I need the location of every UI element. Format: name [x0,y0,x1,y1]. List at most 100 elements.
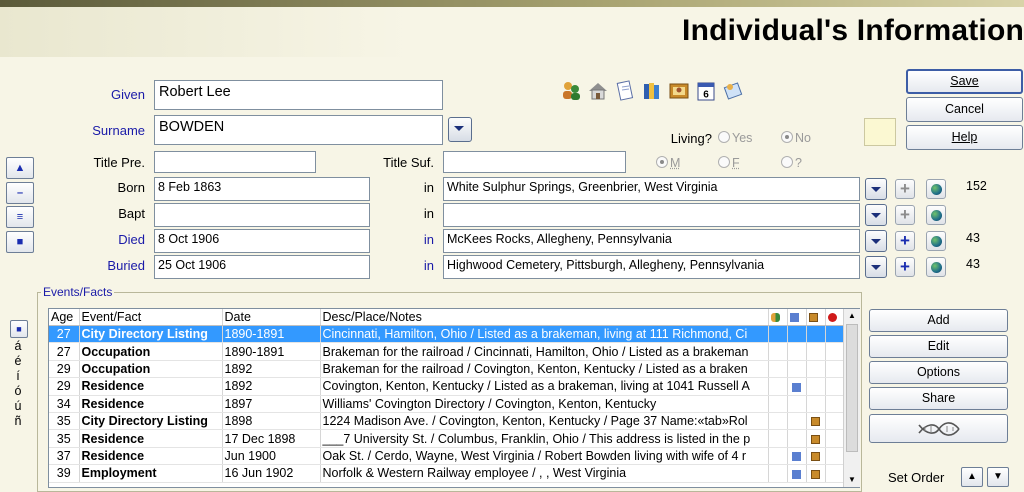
col-header-desc[interactable]: Desc/Place/Notes [320,309,769,326]
col-header-date[interactable]: Date [222,309,321,326]
set-order-down-button[interactable]: ▼ [987,467,1009,487]
people-cell [768,429,788,448]
sex-male-radio[interactable]: M [656,156,680,170]
color-swatch[interactable] [864,118,896,146]
accent-char[interactable]: ú [12,399,24,413]
table-row[interactable]: 37 Residence Jun 1900 Oak St. / Cerdo, W… [49,447,845,466]
sex-unknown-radio[interactable]: ? [781,156,802,170]
scroll-down-arrow[interactable]: ▼ [844,473,860,487]
died-place-dropdown-button[interactable] [865,230,887,252]
living-yes-radio[interactable]: Yes [718,131,752,145]
table-row[interactable]: 29 Occupation 1892 Brakeman for the rail… [49,360,845,379]
surname-dropdown-button[interactable] [448,117,472,142]
table-row[interactable]: 27 Occupation 1890-1891 Brakeman for the… [49,342,845,361]
events-scrollbar[interactable]: ▲ ▼ [843,309,860,487]
col-header-age[interactable]: Age [49,309,80,326]
accent-char[interactable]: ó [12,384,24,398]
born-place-dropdown-button[interactable] [865,178,887,200]
source-cell [787,429,807,448]
family-icon[interactable] [560,80,582,102]
table-row[interactable]: 35 City Directory Listing 1898 1224 Madi… [49,412,845,431]
accent-char[interactable]: á [12,339,24,353]
accent-char[interactable]: ñ [12,414,24,428]
title-suf-label: Title Suf. [383,155,434,170]
notes-icon[interactable] [614,80,636,102]
title-suf-field[interactable] [443,151,626,173]
save-button[interactable]: Save [906,69,1023,94]
page-title: Individual's Information [682,14,1024,47]
buried-place-field[interactable]: Highwood Cemetery, Pittsburgh, Allegheny… [443,255,860,279]
dna-button[interactable] [869,414,1008,443]
event-cell: Occupation [79,342,223,361]
living-no-radio[interactable]: No [781,131,811,145]
calendar-icon[interactable]: 6 [695,80,717,102]
house-icon[interactable] [587,80,609,102]
died-globe-icon[interactable] [926,231,946,251]
accent-char[interactable]: é [12,354,24,368]
sex-female-radio[interactable]: F [718,156,740,170]
table-row[interactable]: 29 Residence 1892 Covington, Kenton, Ken… [49,377,845,396]
edit-event-button[interactable]: Edit [869,335,1008,358]
age-cell: 27 [49,342,80,361]
born-globe-icon[interactable] [926,179,946,199]
alert-cell [825,464,845,483]
cancel-button-label: Cancel [945,102,984,116]
events-table[interactable]: Age Event/Fact Date Desc/Place/Notes 27 … [48,308,860,488]
address-book-icon[interactable] [722,80,744,102]
died-date-field[interactable]: 8 Oct 1906 [154,229,370,253]
bapt-add-button[interactable]: + [895,205,915,225]
picture-icon[interactable] [668,80,690,102]
bapt-date-field[interactable] [154,203,370,227]
bapt-place-dropdown-button[interactable] [865,204,887,226]
stop-button[interactable]: ■ [6,231,34,253]
scroll-up-arrow[interactable]: ▲ [844,309,860,323]
col-header-source-icon[interactable] [787,309,807,326]
scroll-thumb[interactable] [846,324,858,452]
people-cell [768,342,788,361]
born-add-button[interactable]: + [895,179,915,199]
accent-toggle-button[interactable]: ■ [10,320,28,338]
options-button[interactable]: Options [869,361,1008,384]
move-up-button[interactable]: ▲ [6,157,34,179]
books-icon[interactable] [641,80,663,102]
buried-place-dropdown-button[interactable] [865,256,887,278]
given-name-field[interactable]: Robert Lee [154,80,443,110]
surname-field[interactable]: BOWDEN [154,115,443,145]
list-button[interactable]: ≡ [6,206,34,228]
alert-cell [825,325,845,344]
table-row[interactable]: 27 City Directory Listing 1890-1891 Cinc… [49,325,845,344]
col-header-alert-icon[interactable] [825,309,845,326]
died-add-button[interactable]: + [895,231,915,251]
desc-cell: Brakeman for the railroad / Cincinnati, … [320,342,769,361]
bapt-globe-icon[interactable] [926,205,946,225]
table-row[interactable]: 39 Employment 16 Jun 1902 Norfolk & West… [49,464,845,483]
col-header-media-icon[interactable] [806,309,826,326]
media-icon [811,469,820,479]
table-row[interactable]: 34 Residence 1897 Williams' Covington Di… [49,395,845,413]
bapt-place-field[interactable] [443,203,860,227]
cancel-button[interactable]: Cancel [906,97,1023,122]
source-cell [787,342,807,361]
buried-globe-icon[interactable] [926,257,946,277]
buried-date-field[interactable]: 25 Oct 1906 [154,255,370,279]
title-pre-field[interactable] [154,151,316,173]
source-cell [787,447,807,466]
minus-button[interactable]: – [6,182,34,204]
table-row[interactable]: 35 Residence 17 Dec 1898 ___7 University… [49,429,845,448]
media-cell [806,412,826,431]
died-in-label: in [423,232,434,247]
buried-add-button[interactable]: + [895,257,915,277]
born-count: 152 [966,179,987,193]
accent-char[interactable]: í [12,369,24,383]
share-button[interactable]: Share [869,387,1008,410]
col-header-event[interactable]: Event/Fact [79,309,223,326]
help-button[interactable]: Help [906,125,1023,150]
media-cell [806,360,826,379]
died-place-field[interactable]: McKees Rocks, Allegheny, Pennsylvania [443,229,860,253]
born-date-field[interactable]: 8 Feb 1863 [154,177,370,201]
col-header-people-icon[interactable] [768,309,788,326]
event-cell: Residence [79,429,223,448]
born-place-field[interactable]: White Sulphur Springs, Greenbrier, West … [443,177,860,201]
add-event-button[interactable]: Add [869,309,1008,332]
set-order-up-button[interactable]: ▲ [961,467,983,487]
